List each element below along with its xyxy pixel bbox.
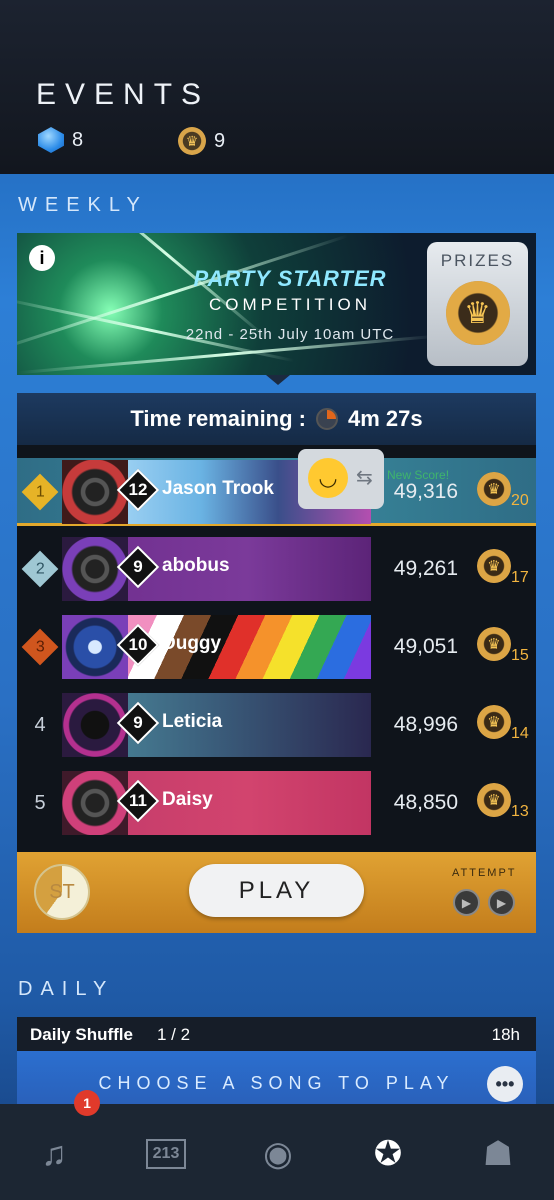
leaderboard-row[interactable]: 5 11 Daisy 48,850 ♛ 13	[17, 769, 536, 837]
leaderboard-row[interactable]: 2 9 abobus 49,261 ♛ 17	[17, 535, 536, 603]
podium-labels: 213	[145, 1139, 187, 1169]
player-level: 12	[128, 480, 148, 499]
trophy-medal-icon: ♛	[477, 705, 511, 739]
player-score: 49,051	[393, 635, 458, 658]
player-name: Leticia	[162, 711, 223, 732]
bronze-rank-icon: 3	[21, 628, 59, 666]
rank-badge: 2	[21, 535, 59, 603]
swap-arrows-icon: ⇆	[356, 467, 373, 489]
trophy-icon: ♛	[178, 127, 206, 155]
timer-pie-icon	[316, 408, 338, 430]
player-score: 48,996	[393, 713, 458, 736]
time-remaining-label: Time remaining :	[130, 406, 306, 431]
smiley-face-icon: ◡	[308, 458, 348, 498]
prizes-button[interactable]: PRIZES ♛	[427, 242, 528, 366]
trophy-points: 15	[511, 647, 529, 664]
leaderboard-row[interactable]: 4 9 Leticia 48,996 ♛ 14	[17, 691, 536, 759]
friends-group-icon[interactable]: ☗	[468, 1124, 528, 1184]
leaderboard-row[interactable]: 1 12 Jason Trook 49,316 ♛ 20	[17, 458, 536, 526]
silver-rank-icon: 2	[21, 550, 59, 588]
player-name: Jason Trook	[162, 478, 274, 499]
player-card	[62, 771, 371, 835]
trophy-count: 9	[214, 129, 226, 152]
choose-song-label[interactable]: CHOOSE A SONG TO PLAY	[17, 1073, 536, 1094]
daily-count: 1 / 2	[157, 1025, 191, 1044]
music-add-icon[interactable]: ♫	[24, 1124, 84, 1184]
rank-badge: 3	[21, 613, 59, 681]
trophy-medal-icon: ♛	[477, 472, 511, 506]
attempt-play-icon: ▶	[488, 889, 515, 916]
weekly-section-title: WEEKLY	[18, 194, 148, 216]
gem-counter: 8	[38, 127, 83, 153]
play-circle-icon[interactable]: ◉	[248, 1124, 308, 1184]
banner-pointer	[266, 375, 290, 385]
player-level: 10	[128, 635, 148, 654]
player-name: abobus	[162, 555, 230, 576]
player-name: Duggy	[162, 633, 222, 654]
emoji-reaction-popup[interactable]: ◡ ⇆	[298, 449, 384, 509]
trophy-counter: ♛ 9	[178, 127, 225, 155]
banner-dates: 22nd - 25th July 10am UTC	[185, 326, 395, 343]
player-level: 9	[133, 557, 143, 576]
rank-label: 5	[34, 791, 46, 814]
attempt-play-icon: ▶	[453, 889, 480, 916]
gem-icon	[38, 127, 64, 153]
rank-label: 4	[34, 713, 46, 736]
play-button[interactable]: PLAY	[189, 864, 364, 917]
trophy-points: 17	[511, 569, 529, 586]
rank-badge: 1	[21, 458, 59, 526]
leaderboard-podium-icon[interactable]: 213	[136, 1124, 196, 1184]
player-level: 9	[133, 713, 143, 732]
gem-count: 8	[72, 128, 84, 151]
trophy-points: 20	[511, 492, 529, 509]
st-booster-button[interactable]: ST	[34, 864, 90, 920]
trophy-icon: ♛	[445, 281, 510, 345]
daily-section-title: DAILY	[18, 978, 115, 1000]
player-score: 49,261	[393, 557, 458, 580]
attempt-label: ATTEMPT	[452, 867, 517, 879]
banner-title: PARTY STARTER	[193, 266, 387, 291]
notification-badge: 1	[74, 1090, 100, 1116]
player-score: 49,316	[393, 480, 458, 503]
player-level: 11	[129, 791, 147, 810]
trophy-points: 13	[511, 803, 529, 820]
player-score: 48,850	[393, 791, 458, 814]
page-title: EVENTS	[36, 78, 211, 111]
time-remaining-value: 4m 27s	[348, 406, 423, 431]
gold-rank-icon: 1	[21, 473, 59, 511]
prizes-label: PRIZES	[440, 251, 515, 270]
banner-subtitle: COMPETITION	[208, 295, 372, 314]
new-score-label: New Score!	[387, 468, 450, 482]
more-options-icon[interactable]: •••	[487, 1066, 523, 1102]
daily-challenge-header[interactable]: Daily Shuffle 1 / 2 18h	[17, 1017, 536, 1051]
events-ticket-icon[interactable]: ✪	[358, 1124, 418, 1184]
trophy-medal-icon: ♛	[477, 549, 511, 583]
time-remaining-bar: Time remaining : 4m 27s	[17, 393, 536, 445]
trophy-medal-icon: ♛	[477, 627, 511, 661]
leaderboard-row[interactable]: 3 10 Duggy 49,051 ♛ 15	[17, 613, 536, 681]
trophy-medal-icon: ♛	[477, 783, 511, 817]
trophy-points: 14	[511, 725, 529, 742]
player-name: Daisy	[162, 789, 213, 810]
daily-time: 18h	[491, 1025, 520, 1044]
info-button[interactable]: i	[29, 245, 55, 271]
daily-name: Daily Shuffle	[30, 1025, 133, 1044]
